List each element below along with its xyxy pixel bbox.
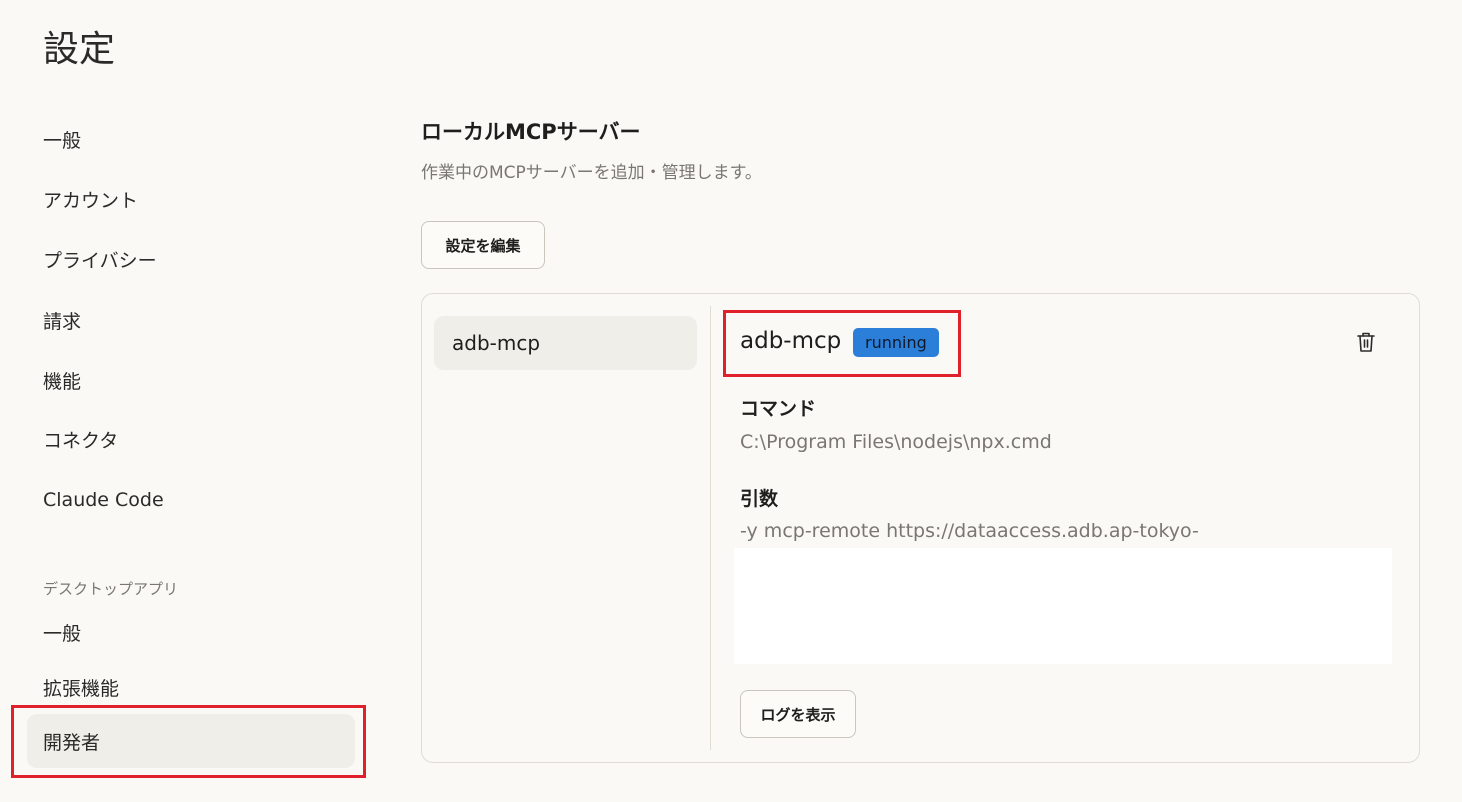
args-label: 引数 (740, 488, 779, 510)
sidebar-item-connectors[interactable]: コネクタ (27, 412, 355, 466)
main-content: ローカルMCPサーバー 作業中のMCPサーバーを追加・管理します。 設定を編集 … (421, 0, 1421, 802)
args-value: -y mcp-remote https://dataaccess.adb.ap-… (740, 520, 1199, 542)
server-name: adb-mcp (740, 328, 842, 354)
redacted-area (734, 548, 1392, 664)
trash-icon[interactable] (1355, 330, 1377, 354)
server-list-item[interactable]: adb-mcp (434, 316, 697, 370)
sidebar-item-general[interactable]: 一般 (27, 112, 355, 166)
sidebar-item-developer[interactable]: 開発者 (27, 714, 355, 768)
mcp-server-panel: adb-mcp adb-mcp running コマンド C:\Program … (421, 293, 1420, 763)
status-badge: running (853, 328, 939, 357)
sidebar-item-claude-code[interactable]: Claude Code (27, 473, 355, 527)
section-title: ローカルMCPサーバー (421, 120, 641, 144)
sidebar-item-account[interactable]: アカウント (27, 172, 355, 226)
sidebar-item-desktop-general[interactable]: 一般 (27, 605, 355, 659)
sidebar-item-extensions[interactable]: 拡張機能 (27, 660, 355, 714)
edit-config-button[interactable]: 設定を編集 (421, 221, 545, 269)
sidebar-section-desktop-app: デスクトップアプリ (43, 580, 179, 598)
command-value: C:\Program Files\nodejs\npx.cmd (740, 431, 1052, 453)
settings-sidebar: 一般 アカウント プライバシー 請求 機能 コネクタ Claude Code デ… (0, 0, 380, 802)
sidebar-item-billing[interactable]: 請求 (27, 293, 355, 347)
server-detail: adb-mcp running コマンド C:\Program Files\no… (734, 294, 1400, 764)
panel-divider (710, 306, 711, 750)
sidebar-item-privacy[interactable]: プライバシー (27, 232, 355, 286)
sidebar-item-features[interactable]: 機能 (27, 353, 355, 407)
section-description: 作業中のMCPサーバーを追加・管理します。 (421, 163, 762, 183)
view-logs-button[interactable]: ログを表示 (740, 690, 856, 738)
command-label: コマンド (740, 398, 817, 420)
